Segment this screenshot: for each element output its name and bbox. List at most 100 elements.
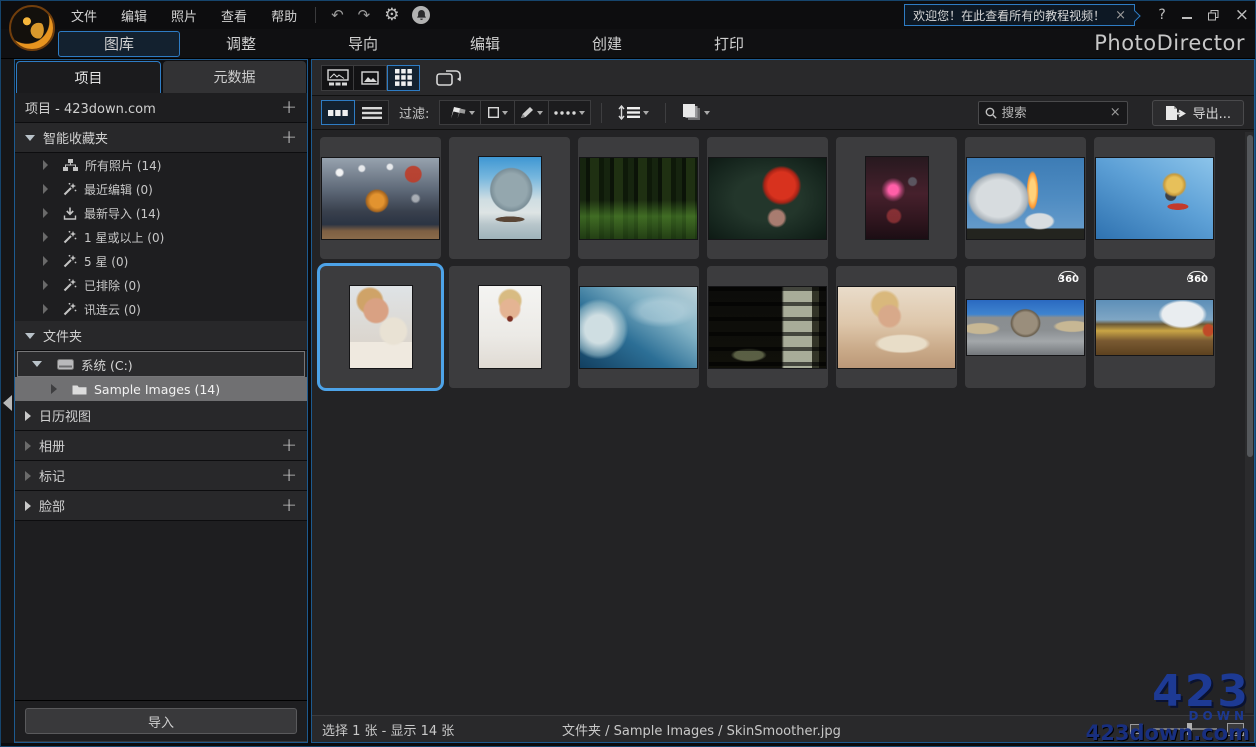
search-clear-icon[interactable]: × [1110,105,1121,120]
photo-thumbnail-forest-sunlight[interactable] [578,137,699,259]
expand-right-icon[interactable] [25,440,31,451]
expand-right-icon[interactable] [25,410,31,421]
photo-image [1095,156,1214,240]
photo-thumbnail-red-maple-leaf[interactable] [707,137,828,259]
expand-right-icon[interactable] [43,232,48,242]
module-tab-edit[interactable]: 编辑 [424,31,546,57]
section-albums[interactable]: 相册 + [15,431,307,461]
tree-item-smart-0[interactable]: 所有照片 (14) [15,153,307,177]
close-button[interactable]: × [1235,5,1249,25]
export-button[interactable]: 导出... [1151,99,1244,126]
restore-button[interactable] [1207,9,1219,21]
expand-right-icon[interactable] [43,256,48,266]
notification-close-icon[interactable]: × [1115,8,1126,23]
search-box[interactable]: × [977,100,1128,125]
sort-button[interactable] [612,100,655,125]
module-tab-guided[interactable]: 导向 [302,31,424,57]
section-folders[interactable]: 文件夹 [15,321,307,351]
grid-scrollbar-thumb[interactable] [1247,135,1253,457]
photo-grid: 360 360 [312,130,1254,715]
welcome-notification[interactable]: 欢迎您！在此查看所有的教程视频！ × [904,4,1141,26]
photo-thumbnail-portrait-smiling-woman[interactable] [320,266,441,388]
single-view-button[interactable] [354,64,387,91]
add-album-button[interactable]: + [281,436,297,455]
photo-thumbnail-portrait-relaxed-woman[interactable] [836,266,957,388]
section-calendar-view[interactable]: 日历视图 [15,401,307,431]
expand-right-icon[interactable] [25,470,31,481]
photo-thumbnail-boat-karst-bay[interactable] [449,137,570,259]
tree-item-drive-c[interactable]: 系统 (C:) [17,351,305,377]
notification-bell-icon[interactable] [412,6,431,24]
tree-item-smart-5[interactable]: 已排除 (0) [15,273,307,297]
photo-thumbnail-neon-cafe-sign[interactable] [836,137,957,259]
photo-thumbnail-dark-window-light[interactable] [707,266,828,388]
help-button[interactable]: ? [1158,7,1165,23]
menu-item-photo[interactable]: 照片 [161,3,207,28]
expand-down-icon[interactable] [32,361,42,367]
section-faces[interactable]: 脸部 + [15,491,307,521]
tab-metadata[interactable]: 元数据 [163,61,306,93]
slider-handle[interactable] [1187,723,1192,735]
photo-thumbnail-portrait-laughing-woman[interactable] [449,266,570,388]
list-view-button[interactable] [355,100,389,125]
zoom-in-thumbnail-icon[interactable] [1227,722,1244,736]
thumbnail-view-button[interactable] [321,100,355,125]
tree-item-sample-images[interactable]: Sample Images (14) [15,377,307,401]
tree-item-smart-2[interactable]: 最新导入 (14) [15,201,307,225]
import-button[interactable]: 导入 [25,708,297,734]
collapse-left-icon[interactable] [3,395,12,411]
flag-filter-button[interactable] [439,100,482,125]
expand-right-icon[interactable] [51,384,57,394]
minimize-button[interactable] [1181,11,1192,19]
menu-item-edit[interactable]: 编辑 [111,3,157,28]
photo-thumbnail-rocket-launch[interactable] [965,137,1086,259]
tab-project[interactable]: 项目 [16,61,161,93]
photo-thumbnail-pano-canyon-road[interactable]: 360 [965,266,1086,388]
expand-right-icon[interactable] [43,160,48,170]
section-smart-collection[interactable]: 智能收藏夹 + [15,123,307,153]
tree-item-smart-1[interactable]: 最近编辑 (0) [15,177,307,201]
rating-filter-button[interactable] [549,100,592,125]
module-tab-print[interactable]: 打印 [668,31,790,57]
browse-view-button[interactable] [321,64,354,91]
tree-item-smart-6[interactable]: 讯连云 (0) [15,297,307,321]
photo-thumbnail-ocean-wave[interactable] [578,266,699,388]
redo-icon[interactable]: ↷ [351,6,378,24]
expand-right-icon[interactable] [43,184,48,194]
panel-collapse-strip[interactable] [1,59,14,743]
gear-icon[interactable]: ⚙ [377,5,406,25]
add-project-button[interactable]: + [281,98,297,117]
mirror-view-button[interactable] [432,67,466,89]
photo-thumbnail-skateboarder-jump[interactable] [1094,137,1215,259]
expand-down-icon[interactable] [25,134,35,141]
expand-right-icon[interactable] [43,280,48,290]
label-filter-button[interactable] [481,100,516,125]
add-face-button[interactable]: + [281,496,297,515]
search-input[interactable] [1001,105,1105,120]
zoom-out-thumbnail-icon[interactable] [1130,724,1143,734]
tree-item-label: 所有照片 (14) [85,158,162,173]
thumbnail-size-slider[interactable] [1153,723,1217,735]
section-tags[interactable]: 标记 + [15,461,307,491]
module-tab-library[interactable]: 图库 [58,30,180,57]
menu-item-view[interactable]: 查看 [211,3,257,28]
photo-thumbnail-basketball-dunk[interactable] [320,137,441,259]
menu-item-file[interactable]: 文件 [61,3,107,28]
tree-item-smart-3[interactable]: 1 星或以上 (0) [15,225,307,249]
tree-item-smart-4[interactable]: 5 星 (0) [15,249,307,273]
add-smart-collection-button[interactable]: + [281,128,297,147]
menu-item-help[interactable]: 帮助 [261,3,307,28]
add-tag-button[interactable]: + [281,466,297,485]
undo-icon[interactable]: ↶ [324,6,351,24]
sort-icon [618,105,641,120]
stack-button[interactable] [676,100,716,125]
module-tab-create[interactable]: 创建 [546,31,668,57]
photo-thumbnail-pano-desert-ridge[interactable]: 360 [1094,266,1215,388]
expand-right-icon[interactable] [25,500,31,511]
edited-filter-button[interactable] [515,100,550,125]
expand-right-icon[interactable] [43,208,48,218]
expand-right-icon[interactable] [43,304,48,314]
expand-down-icon[interactable] [25,332,35,339]
module-tab-adjustment[interactable]: 调整 [180,31,302,57]
grid-view-button[interactable] [387,64,420,91]
